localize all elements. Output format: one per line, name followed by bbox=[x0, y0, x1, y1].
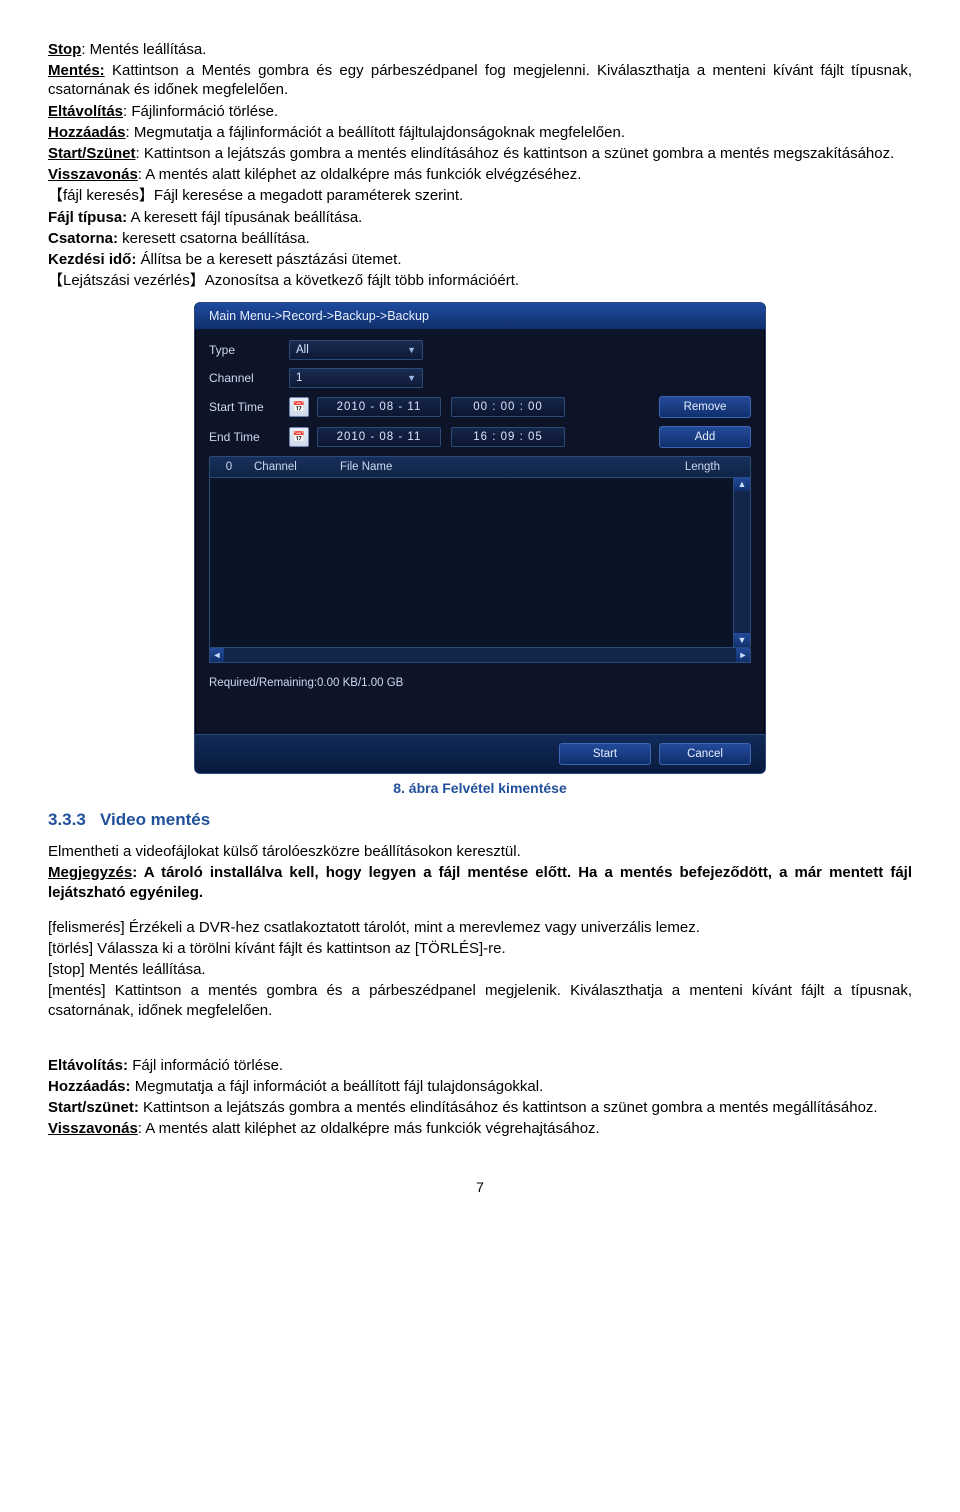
lbl-vissza: Visszavonás bbox=[48, 166, 138, 183]
row-channel: Channel 1 ▼ bbox=[209, 368, 751, 388]
file-table: 0 Channel File Name Length ▲ ▼ bbox=[209, 456, 751, 648]
lbl-kezd: Kezdési idő: bbox=[48, 251, 136, 268]
row-type: Type All ▼ bbox=[209, 340, 751, 360]
input-end-time[interactable]: 16 : 09 : 05 bbox=[451, 427, 565, 447]
para3-visszavonas: Visszavonás: A mentés alatt kiléphet az … bbox=[48, 1119, 912, 1138]
txt-stop: : Mentés leállítása. bbox=[81, 41, 206, 58]
select-channel-value: 1 bbox=[296, 372, 302, 384]
cancel-button[interactable]: Cancel bbox=[659, 743, 751, 765]
para-lejatszasivezerles: 【Lejátszási vezérlés】Azonosítsa a követk… bbox=[48, 271, 912, 290]
scroll-left-icon[interactable]: ◄ bbox=[210, 648, 224, 662]
calendar-icon[interactable]: 📅 bbox=[289, 397, 309, 417]
para-hozzaadas: Hozzáadás: Megmutatja a fájlinformációt … bbox=[48, 123, 912, 142]
para-fajlkereses: 【fájl keresés】Fájl keresése a megadott p… bbox=[48, 186, 912, 205]
lbl-start: Start/Szünet bbox=[48, 145, 136, 162]
select-channel[interactable]: 1 ▼ bbox=[289, 368, 423, 388]
lbl-megj: Megjegyzés bbox=[48, 864, 132, 881]
para-stop: Stop: Mentés leállítása. bbox=[48, 40, 912, 59]
row-endtime: End Time 📅 2010 - 08 - 11 16 : 09 : 05 A… bbox=[209, 426, 751, 448]
para2-stop: [stop] Mentés leállítása. bbox=[48, 960, 912, 979]
txt-mentes: Kattintson a Mentés gombra és egy párbes… bbox=[48, 62, 912, 98]
col-filename: File Name bbox=[334, 461, 640, 473]
start-button[interactable]: Start bbox=[559, 743, 651, 765]
txt3-eltav: Fájl információ törlése. bbox=[128, 1057, 283, 1074]
txt-csat: keresett csatorna beállítása. bbox=[118, 230, 310, 247]
lbl-csat: Csatorna: bbox=[48, 230, 118, 247]
lbl-hozz: Hozzáadás bbox=[48, 124, 126, 141]
para-csatorna: Csatorna: keresett csatorna beállítása. bbox=[48, 229, 912, 248]
section-title: Video mentés bbox=[100, 810, 210, 829]
figure-caption: 8. ábra Felvétel kimentése bbox=[48, 780, 912, 796]
lbl-channel: Channel bbox=[209, 371, 289, 385]
select-type[interactable]: All ▼ bbox=[289, 340, 423, 360]
col-length: Length bbox=[640, 461, 750, 473]
remove-button[interactable]: Remove bbox=[659, 396, 751, 418]
input-start-time[interactable]: 00 : 00 : 00 bbox=[451, 397, 565, 417]
input-end-date[interactable]: 2010 - 08 - 11 bbox=[317, 427, 441, 447]
calendar-icon[interactable]: 📅 bbox=[289, 427, 309, 447]
lbl-starttime: Start Time bbox=[209, 400, 289, 414]
vertical-scrollbar[interactable]: ▲ ▼ bbox=[733, 477, 750, 647]
txt-hozz: : Megmutatja a fájlinformációt a beállít… bbox=[126, 124, 625, 141]
para3-startszunet: Start/szünet: Kattintson a lejátszás gom… bbox=[48, 1098, 912, 1117]
para2-felismeres: [felismerés] Érzékeli a DVR-hez csatlako… bbox=[48, 918, 912, 937]
section-number: 3.3.3 bbox=[48, 810, 86, 829]
chevron-down-icon: ▼ bbox=[407, 373, 416, 383]
lbl-endtime: End Time bbox=[209, 430, 289, 444]
txt3-hozz: Megmutatja a fájl információt a beállíto… bbox=[131, 1078, 544, 1095]
para-startszunet: Start/Szünet: Kattintson a lejátszás gom… bbox=[48, 144, 912, 163]
para3-hozzaadas: Hozzáadás: Megmutatja a fájl információt… bbox=[48, 1077, 912, 1096]
dialog-wrapper: Main Menu->Record->Backup->Backup Type A… bbox=[48, 302, 912, 774]
lbl3-vissza: Visszavonás bbox=[48, 1120, 138, 1137]
lbl-stop: Stop bbox=[48, 41, 81, 58]
lbl3-start: Start/szünet: bbox=[48, 1099, 139, 1116]
lbl3-eltav: Eltávolítás: bbox=[48, 1057, 128, 1074]
backup-dialog: Main Menu->Record->Backup->Backup Type A… bbox=[194, 302, 766, 774]
lbl3-hozz: Hozzáadás: bbox=[48, 1078, 131, 1095]
dialog-body: Type All ▼ Channel 1 ▼ Start Time 📅 2010… bbox=[195, 330, 765, 689]
scroll-down-icon[interactable]: ▼ bbox=[734, 633, 750, 647]
para3-eltavolitas: Eltávolítás: Fájl információ törlése. bbox=[48, 1056, 912, 1075]
txt-fajltip: A keresett fájl típusának beállítása. bbox=[127, 209, 362, 226]
para-mentes: Mentés: Kattintson a Mentés gombra és eg… bbox=[48, 61, 912, 99]
lbl-fajltip: Fájl típusa: bbox=[48, 209, 127, 226]
txt-eltav: : Fájlinformáció törlése. bbox=[123, 103, 278, 120]
chevron-down-icon: ▼ bbox=[407, 345, 416, 355]
txt-vissza: : A mentés alatt kiléphet az oldalképre … bbox=[138, 166, 582, 183]
para2-line1: Elmentheti a videofájlokat külső tárolóe… bbox=[48, 842, 912, 861]
lbl-type: Type bbox=[209, 343, 289, 357]
required-remaining: Required/Remaining:0.00 KB/1.00 GB bbox=[209, 677, 751, 689]
para-eltavolitas: Eltávolítás: Fájlinformáció törlése. bbox=[48, 102, 912, 121]
para-fajltipusa: Fájl típusa: A keresett fájl típusának b… bbox=[48, 208, 912, 227]
para-kezdesiido: Kezdési idő: Állítsa be a keresett pászt… bbox=[48, 250, 912, 269]
dialog-footer: Start Cancel bbox=[195, 734, 765, 773]
select-type-value: All bbox=[296, 344, 309, 356]
para2-mentes: [mentés] Kattintson a mentés gombra és a… bbox=[48, 981, 912, 1019]
scroll-right-icon[interactable]: ► bbox=[736, 648, 750, 662]
col-index: 0 bbox=[210, 461, 248, 473]
txt3-start: Kattintson a lejátszás gombra a mentés e… bbox=[139, 1099, 878, 1116]
section-heading: 3.3.3 Video mentés bbox=[48, 810, 912, 830]
txt-megj: : A tároló installálva kell, hogy legyen… bbox=[48, 864, 912, 900]
table-header: 0 Channel File Name Length bbox=[210, 457, 750, 478]
para-visszavonas: Visszavonás: A mentés alatt kiléphet az … bbox=[48, 165, 912, 184]
horizontal-scrollbar[interactable]: ◄ ► bbox=[209, 648, 751, 663]
para2-megjegyzes: Megjegyzés: A tároló installálva kell, h… bbox=[48, 863, 912, 901]
row-starttime: Start Time 📅 2010 - 08 - 11 00 : 00 : 00… bbox=[209, 396, 751, 418]
lbl-mentes: Mentés: bbox=[48, 62, 105, 79]
lbl-eltav: Eltávolítás bbox=[48, 103, 123, 120]
txt3-vissza: : A mentés alatt kiléphet az oldalképre … bbox=[138, 1120, 600, 1137]
txt-kezd: Állítsa be a keresett pásztázási ütemet. bbox=[136, 251, 401, 268]
txt-start: : Kattintson a lejátszás gombra a mentés… bbox=[136, 145, 895, 162]
add-button[interactable]: Add bbox=[659, 426, 751, 448]
scroll-up-icon[interactable]: ▲ bbox=[734, 477, 750, 491]
page-number: 7 bbox=[48, 1179, 912, 1195]
dialog-title: Main Menu->Record->Backup->Backup bbox=[195, 303, 765, 330]
para2-torles: [törlés] Válassza ki a törölni kívánt fá… bbox=[48, 939, 912, 958]
col-channel: Channel bbox=[248, 461, 334, 473]
input-start-date[interactable]: 2010 - 08 - 11 bbox=[317, 397, 441, 417]
